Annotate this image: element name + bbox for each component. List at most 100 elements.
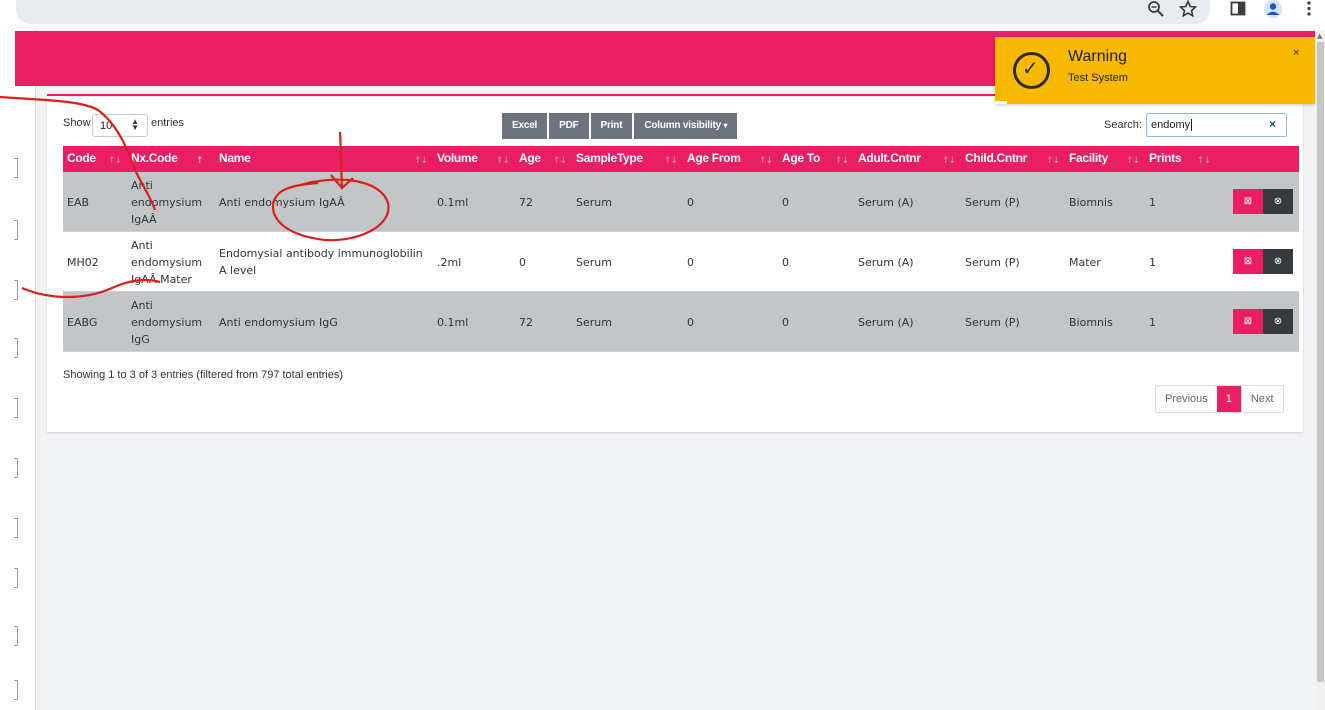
table-row[interactable]: MH02 Anti endomysium IgAÂ Mater Endomysi… — [63, 232, 1299, 292]
column-header-sample-type[interactable]: SampleType — [572, 146, 643, 172]
column-label: Child.Cntnr — [965, 151, 1028, 165]
cell-code: EAB — [67, 195, 90, 209]
sort-icon: ↑↓ — [496, 156, 510, 166]
data-table-card: Show 10 ▲ ▼ entries Excel PDF Print Colum… — [47, 97, 1303, 432]
cell-prints: 1 — [1149, 315, 1156, 329]
cell-name: Anti endomysium IgG — [219, 315, 338, 329]
print-button[interactable]: Print — [590, 113, 635, 139]
column-header-child-cntnr[interactable]: Child.Cntnr — [961, 146, 1027, 172]
page-1-button[interactable]: 1 — [1216, 386, 1241, 412]
column-header-volume[interactable]: Volume — [433, 146, 478, 172]
cell-child-cntnr: Serum (P) — [965, 255, 1020, 269]
profile-icon[interactable] — [1262, 0, 1284, 20]
cell-sample-type: Serum — [576, 195, 612, 209]
cell-child-cntnr: Serum (P) — [965, 195, 1020, 209]
column-header-age-from[interactable]: Age From — [683, 146, 741, 172]
gutter-marker — [14, 458, 18, 478]
sort-icon: ↑↓ — [1126, 156, 1140, 166]
cell-nx-code: Anti endomysium IgAÂ Mater — [131, 238, 203, 286]
sort-icon: ↑↓ — [108, 156, 122, 166]
previous-page-button[interactable]: Previous — [1156, 386, 1217, 412]
select-arrows-icon: ▲ ▼ — [131, 117, 139, 132]
check-glyph: ✓ — [1022, 56, 1039, 80]
table-row[interactable]: EABG Anti endomysium IgG Anti endomysium… — [63, 292, 1299, 352]
column-header-name[interactable]: Name — [215, 146, 251, 172]
column-label: Prints — [1149, 151, 1182, 165]
caret-down-icon: ▾ — [723, 121, 728, 130]
delete-icon[interactable]: ⊗ — [1263, 309, 1293, 334]
column-label: Nx.Code — [131, 151, 178, 165]
column-header-prints[interactable]: Prints — [1145, 146, 1182, 172]
excel-button[interactable]: Excel — [502, 113, 550, 139]
cell-volume: 0.1ml — [437, 195, 469, 209]
zoom-icon[interactable] — [1145, 0, 1167, 20]
sort-asc-icon: ↑ — [196, 156, 203, 166]
cell-name: Anti endomysium IgAÂ — [219, 195, 345, 209]
menu-icon[interactable] — [1298, 0, 1320, 20]
star-icon[interactable] — [1177, 0, 1199, 20]
column-label: Volume — [437, 151, 478, 165]
column-label: Code — [67, 151, 96, 165]
table-row[interactable]: EAB Anti endomysium IgAÂ Anti endomysium… — [63, 172, 1299, 232]
cell-sample-type: Serum — [576, 315, 612, 329]
cell-adult-cntnr: Serum (A) — [858, 195, 914, 209]
toast-close-icon[interactable]: × — [1293, 47, 1299, 59]
side-panel-icon[interactable] — [1227, 0, 1249, 20]
column-header-age-to[interactable]: Age To — [778, 146, 820, 172]
cell-age-to: 0 — [782, 255, 789, 269]
cell-facility: Mater — [1069, 255, 1101, 269]
sort-icon: ↑↓ — [553, 156, 567, 166]
gutter-marker — [14, 220, 18, 240]
warning-toast: ✓ Warning Test System × — [995, 37, 1315, 104]
delete-icon[interactable]: ⊗ — [1263, 189, 1293, 214]
cell-age: 72 — [519, 195, 533, 209]
cell-nx-code: Anti endomysium IgAÂ — [131, 178, 203, 226]
page-length-select[interactable]: 10 ▲ ▼ — [92, 114, 148, 137]
address-bar[interactable] — [16, 0, 1210, 24]
cell-age-to: 0 — [782, 195, 789, 209]
sort-icon: ↑↓ — [942, 156, 956, 166]
cell-adult-cntnr: Serum (A) — [858, 255, 914, 269]
check-circle-icon: ✓ — [1013, 52, 1050, 89]
scroll-up-icon[interactable]: ▲ — [1317, 32, 1322, 40]
cell-age-from: 0 — [687, 255, 694, 269]
column-header-code[interactable]: Code — [63, 146, 96, 172]
cell-prints: 1 — [1149, 195, 1156, 209]
gutter-marker — [14, 626, 18, 646]
gutter-marker — [14, 398, 18, 418]
column-label: Age To — [782, 151, 820, 165]
toast-title: Warning — [1068, 48, 1127, 65]
edit-icon[interactable]: ⊠ — [1233, 309, 1263, 334]
cell-age: 0 — [519, 255, 526, 269]
toast-progress-bar — [995, 101, 1007, 104]
edit-icon[interactable]: ⊠ — [1233, 249, 1263, 274]
column-visibility-button[interactable]: Column visibility ▾ — [634, 113, 738, 139]
column-label: Name — [219, 151, 251, 165]
gutter-marker — [14, 568, 18, 588]
sort-icon: ↑↓ — [1046, 156, 1060, 166]
column-label: Adult.Cntnr — [858, 151, 921, 165]
cell-age: 72 — [519, 315, 533, 329]
delete-icon[interactable]: ⊗ — [1263, 249, 1293, 274]
scrollbar-thumb[interactable] — [1317, 42, 1324, 682]
sort-icon: ↑↓ — [835, 156, 849, 166]
cell-prints: 1 — [1149, 255, 1156, 269]
column-label: Age From — [687, 151, 741, 165]
column-label: Facility — [1069, 151, 1108, 165]
column-header-adult-cntnr[interactable]: Adult.Cntnr — [854, 146, 921, 172]
column-header-facility[interactable]: Facility — [1065, 146, 1108, 172]
entries-label: entries — [151, 117, 185, 129]
next-page-button[interactable]: Next — [1240, 386, 1283, 412]
gutter-marker — [14, 518, 18, 538]
edit-icon[interactable]: ⊠ — [1233, 189, 1263, 214]
gutter-marker — [14, 680, 18, 700]
cell-nx-code: Anti endomysium IgG — [131, 298, 203, 346]
sort-icon: ↑↓ — [414, 156, 428, 166]
clear-search-icon[interactable]: × — [1269, 117, 1276, 131]
search-input[interactable]: endomy × — [1146, 113, 1287, 137]
column-header-age[interactable]: Age — [515, 146, 541, 172]
column-label: Age — [519, 151, 541, 165]
pdf-button[interactable]: PDF — [549, 113, 591, 139]
column-header-nx-code[interactable]: Nx.Code — [127, 146, 178, 172]
page-scrollbar[interactable]: ▲ — [1316, 30, 1325, 710]
